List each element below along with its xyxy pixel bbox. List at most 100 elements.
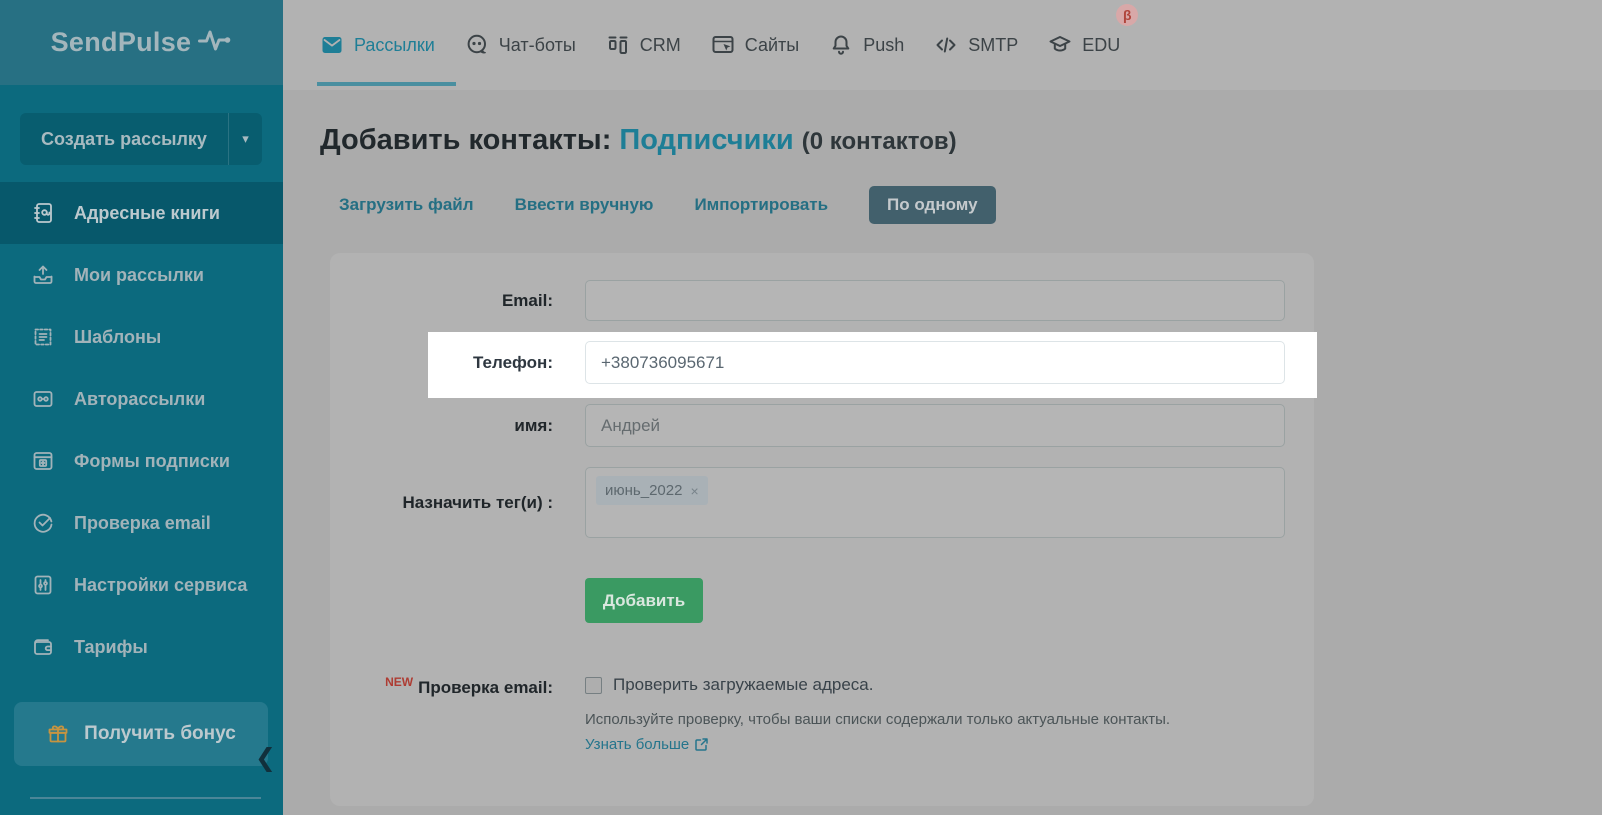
add-button[interactable]: Добавить: [585, 578, 703, 623]
chatbot-icon: [465, 33, 489, 57]
settings-icon: [31, 573, 55, 597]
page-content: Добавить контакты: Подписчики (0 контакт…: [283, 120, 1602, 806]
tab-upload-file[interactable]: Загрузить файл: [339, 195, 474, 215]
email-row: Email:: [365, 280, 1285, 321]
email-verification-row: NEW Проверка email: Проверить загружаемые…: [365, 675, 1285, 754]
page-title-prefix: Добавить контакты:: [320, 124, 611, 156]
get-bonus-label: Получить бонус: [84, 723, 236, 745]
tab-edu[interactable]: EDU β: [1048, 0, 1120, 90]
pricing-icon: [31, 635, 55, 659]
tab-crm[interactable]: CRM: [606, 0, 681, 90]
phone-label: Телефон:: [365, 353, 553, 373]
sidebar-item-my-campaigns[interactable]: Мои рассылки: [0, 244, 283, 306]
sites-icon: [711, 33, 735, 57]
external-link-icon: [695, 738, 708, 751]
mail-icon: [320, 33, 344, 57]
create-campaign-label: Создать рассылку: [20, 113, 228, 165]
chevron-down-icon[interactable]: ▾: [228, 113, 262, 165]
tab-enter-manually[interactable]: Ввести вручную: [515, 195, 654, 215]
sidebar-divider: [30, 797, 261, 799]
sidebar-item-templates[interactable]: Шаблоны: [0, 306, 283, 368]
verify-checkbox-label: Проверить загружаемые адреса.: [613, 675, 873, 695]
tab-label: Рассылки: [354, 35, 435, 56]
contacts-count: (0 контактов): [802, 128, 957, 155]
main-area: Рассылки Чат-боты CRM Сайты: [283, 0, 1602, 815]
tag-remove-icon[interactable]: ×: [690, 484, 698, 498]
address-book-icon: [31, 201, 55, 225]
learn-more-text: Узнать больше: [585, 736, 689, 753]
brand-logo-text: SendPulse: [51, 27, 192, 58]
automation-icon: [31, 387, 55, 411]
sidebar-item-address-books[interactable]: Адресные книги: [0, 182, 283, 244]
add-contact-form-card: Email: Телефон: имя: Назначить тег(и) :: [330, 253, 1314, 806]
sidebar-nav: Адресные книги Мои рассылки Шаблоны Авто…: [0, 182, 283, 678]
tab-label: SMTP: [968, 35, 1018, 56]
verify-checkbox-line: Проверить загружаемые адреса.: [585, 675, 1170, 695]
tab-import[interactable]: Импортировать: [694, 195, 828, 215]
tab-sites[interactable]: Сайты: [711, 0, 799, 90]
tab-push[interactable]: Push: [829, 0, 904, 90]
new-badge: NEW: [385, 675, 413, 689]
verify-addresses-checkbox[interactable]: [585, 677, 602, 694]
top-navigation: Рассылки Чат-боты CRM Сайты: [283, 0, 1602, 90]
tab-label: Push: [863, 35, 904, 56]
sidebar-item-label: Настройки сервиса: [74, 575, 247, 596]
page-title: Добавить контакты: Подписчики (0 контакт…: [320, 120, 1602, 160]
graduation-cap-icon: [1048, 33, 1072, 57]
tag-chip: июнь_2022 ×: [596, 476, 708, 505]
sidebar-item-email-verification[interactable]: Проверка email: [0, 492, 283, 554]
app-window: SendPulse Создать рассылку ▾ Адресные кн…: [0, 0, 1602, 815]
email-verify-icon: [31, 511, 55, 535]
tag-chip-text: июнь_2022: [605, 482, 682, 499]
sidebar-item-label: Формы подписки: [74, 451, 230, 472]
campaigns-icon: [31, 263, 55, 287]
verification-label-text: Проверка email:: [418, 678, 553, 697]
sidebar-item-label: Мои рассылки: [74, 265, 204, 286]
verification-label: NEW Проверка email:: [365, 675, 553, 754]
sidebar-item-label: Шаблоны: [74, 327, 161, 348]
learn-more-link[interactable]: Узнать больше: [585, 736, 708, 753]
tab-label: EDU: [1082, 35, 1120, 56]
sidebar-collapse-chevron[interactable]: ❮: [255, 746, 276, 771]
sidebar-item-automation[interactable]: Авторассылки: [0, 368, 283, 430]
sidebar-item-label: Тарифы: [74, 637, 148, 658]
sidebar-item-service-settings[interactable]: Настройки сервиса: [0, 554, 283, 616]
beta-badge: β: [1116, 4, 1138, 26]
tab-one-by-one[interactable]: По одному: [869, 186, 996, 224]
sidebar: SendPulse Создать рассылку ▾ Адресные кн…: [0, 0, 283, 815]
verification-description: Используйте проверку, чтобы ваши списки …: [585, 711, 1170, 728]
get-bonus-button[interactable]: Получить бонус: [14, 702, 268, 766]
templates-icon: [31, 325, 55, 349]
address-book-name-link[interactable]: Подписчики: [619, 124, 793, 156]
phone-row-highlighted: Телефон:: [365, 341, 1285, 384]
tab-chatbots[interactable]: Чат-боты: [465, 0, 576, 90]
pulse-icon: [198, 27, 232, 58]
add-contacts-tabs: Загрузить файл Ввести вручную Импортиров…: [339, 186, 1602, 223]
tab-campaigns[interactable]: Рассылки: [320, 0, 435, 90]
bell-icon: [829, 33, 853, 57]
verification-body: Проверить загружаемые адреса. Используйт…: [585, 675, 1170, 754]
phone-input[interactable]: [585, 341, 1285, 384]
sidebar-item-subscription-forms[interactable]: Формы подписки: [0, 430, 283, 492]
name-row: имя:: [365, 404, 1285, 447]
name-input[interactable]: [585, 404, 1285, 447]
create-campaign-button[interactable]: Создать рассылку ▾: [20, 113, 262, 165]
tags-input[interactable]: июнь_2022 ×: [585, 467, 1285, 538]
email-input[interactable]: [585, 280, 1285, 321]
sidebar-item-pricing[interactable]: Тарифы: [0, 616, 283, 678]
tags-row: Назначить тег(и) : июнь_2022 ×: [365, 467, 1285, 538]
brand-logo[interactable]: SendPulse: [0, 0, 283, 85]
name-label: имя:: [365, 416, 553, 436]
tab-label: Чат-боты: [499, 35, 576, 56]
tab-label: Сайты: [745, 35, 799, 56]
sidebar-item-label: Проверка email: [74, 513, 211, 534]
subscription-forms-icon: [31, 449, 55, 473]
tab-label: CRM: [640, 35, 681, 56]
code-icon: [934, 33, 958, 57]
tab-smtp[interactable]: SMTP: [934, 0, 1018, 90]
crm-icon: [606, 33, 630, 57]
sidebar-item-label: Адресные книги: [74, 203, 220, 224]
tags-label: Назначить тег(и) :: [365, 493, 553, 513]
email-label: Email:: [365, 291, 553, 311]
sidebar-item-label: Авторассылки: [74, 389, 205, 410]
